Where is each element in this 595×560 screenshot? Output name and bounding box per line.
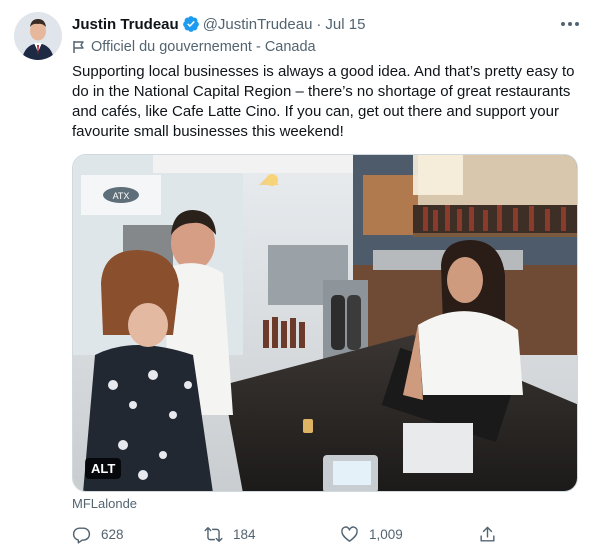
- author-handle[interactable]: @JustinTrudeau: [203, 16, 313, 33]
- share-icon: [480, 526, 495, 542]
- cafe-sign-text: ATX: [113, 191, 130, 201]
- reply-icon: [72, 526, 91, 544]
- alt-badge[interactable]: ALT: [85, 458, 122, 479]
- more-icon[interactable]: [559, 18, 581, 30]
- tweet-photo[interactable]: ATX ALT: [72, 154, 578, 492]
- photo-credit[interactable]: MFLalonde: [72, 496, 137, 511]
- retweet-icon: [204, 526, 223, 542]
- tweet-date[interactable]: Jul 15: [325, 16, 365, 33]
- like-count: 1,009: [369, 526, 403, 542]
- avatar[interactable]: [14, 12, 62, 60]
- tweet-actions: 628 184 1,009: [72, 522, 512, 546]
- avatar-image: [14, 12, 62, 60]
- like-icon: [341, 525, 358, 542]
- tweet[interactable]: Justin Trudeau @JustinTrudeau · Jul 15 O…: [0, 0, 595, 560]
- retweet-count: 184: [233, 526, 256, 542]
- reply-button[interactable]: 628: [72, 522, 124, 546]
- tweet-text: Supporting local businesses is always a …: [72, 63, 575, 140]
- flag-icon: [73, 41, 84, 53]
- government-label-text: Officiel du gouvernement - Canada: [91, 39, 316, 55]
- retweet-button[interactable]: 184: [204, 522, 256, 546]
- separator-dot: ·: [316, 15, 322, 33]
- cafe-photo: ATX: [73, 155, 577, 491]
- tweet-header: Justin Trudeau @JustinTrudeau · Jul 15: [72, 14, 579, 34]
- like-button[interactable]: 1,009: [340, 522, 403, 546]
- government-label: Officiel du gouvernement - Canada: [72, 38, 316, 56]
- share-button[interactable]: [478, 522, 507, 546]
- author-name[interactable]: Justin Trudeau: [72, 16, 179, 33]
- reply-count: 628: [101, 526, 124, 542]
- verified-badge-icon: [182, 16, 199, 32]
